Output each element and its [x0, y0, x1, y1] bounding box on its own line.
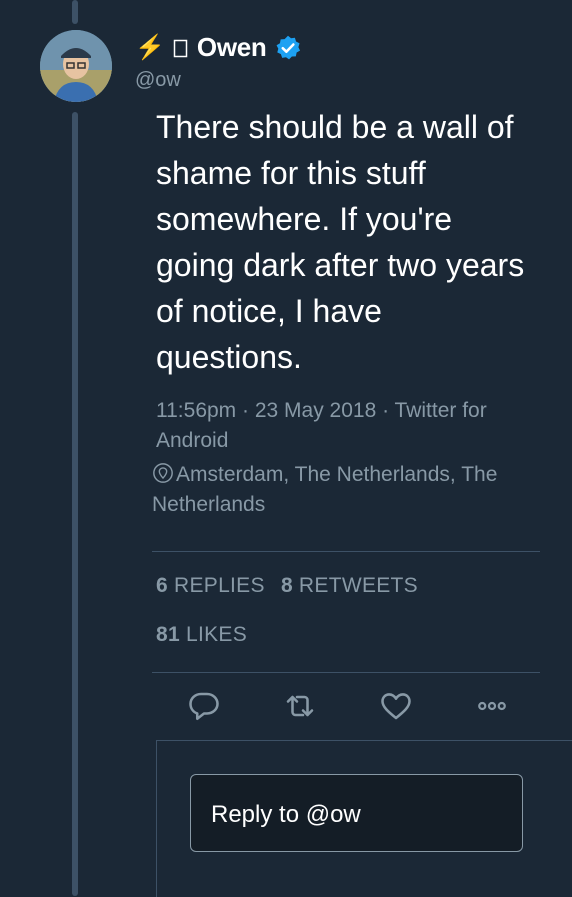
retweets-count: 8: [280, 574, 293, 597]
retweet-icon[interactable]: [282, 688, 318, 724]
name-row: ⚡ Owen: [135, 32, 302, 63]
likes-label: LIKES: [185, 623, 248, 646]
thread-line-top: [72, 0, 78, 24]
like-icon[interactable]: [378, 688, 414, 724]
location-text: Amsterdam, The Netherlands, The Netherla…: [152, 463, 498, 516]
avatar[interactable]: [40, 30, 112, 102]
retweets-label: RETWEETS: [298, 574, 418, 597]
avatar-image: [40, 30, 112, 102]
location-pin-icon: [153, 463, 173, 483]
thread-line: [72, 112, 78, 896]
more-icon[interactable]: [474, 688, 510, 724]
missing-glyph-icon: [173, 39, 188, 57]
tweet-header: ⚡ Owen @ow: [135, 32, 302, 92]
replies-count: 6: [156, 574, 168, 597]
retweets-stat[interactable]: 8 RETWEETS: [281, 574, 418, 597]
action-bar: [182, 688, 522, 728]
divider: [152, 672, 540, 673]
reply-input[interactable]: Reply to @ow: [190, 774, 523, 852]
tweet-text: There should be a wall of shame for this…: [156, 109, 525, 375]
author-handle[interactable]: @ow: [135, 69, 302, 92]
replies-stat[interactable]: 6 REPLIES: [156, 574, 265, 597]
reply-icon[interactable]: [186, 688, 222, 724]
likes-stat[interactable]: 81 LIKES: [156, 623, 247, 646]
tweet-location[interactable]: Amsterdam, The Netherlands, The Netherla…: [152, 460, 542, 520]
verified-badge-icon: [277, 35, 301, 59]
author-name[interactable]: Owen: [197, 32, 267, 63]
stats-row-2: 81 LIKES: [156, 623, 247, 647]
replies-label: REPLIES: [173, 574, 265, 597]
likes-count: 81: [156, 623, 180, 646]
author-emoji: ⚡: [135, 34, 165, 61]
stats-row-1: 6 REPLIES 8 RETWEETS: [156, 574, 418, 598]
divider: [152, 551, 540, 552]
tweet-timestamp[interactable]: 11:56pm · 23 May 2018 · Twitter for Andr…: [156, 396, 546, 456]
